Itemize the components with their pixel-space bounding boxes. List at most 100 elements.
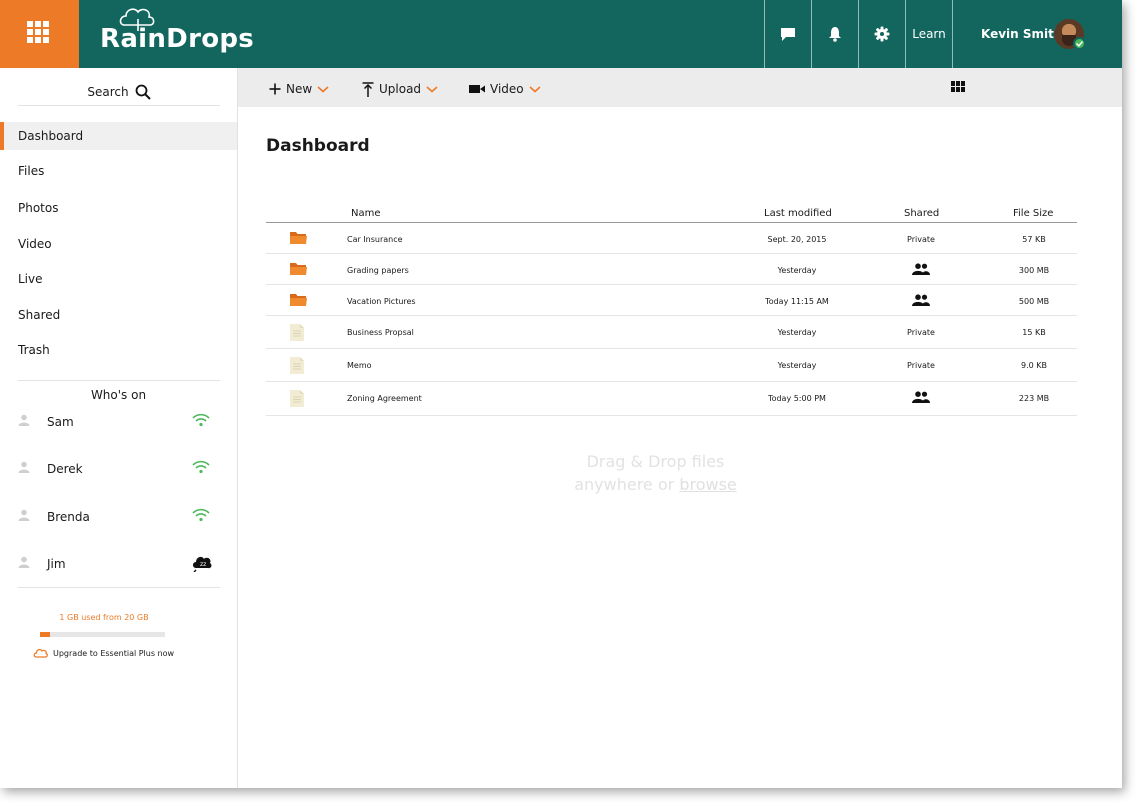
- contact-item-jim[interactable]: Jim zz: [18, 552, 218, 576]
- online-check-icon: [1073, 37, 1086, 50]
- video-button[interactable]: Video: [469, 80, 541, 98]
- file-modified: Yesterday: [777, 361, 817, 370]
- sidebar: Search Dashboard Files Photos Video Live…: [0, 68, 238, 788]
- sidebar-item-label: Files: [18, 164, 45, 178]
- search-button[interactable]: Search: [18, 78, 220, 106]
- file-shared: Private: [907, 328, 935, 337]
- app-logo[interactable]: RainDrops: [100, 4, 254, 64]
- column-header-size[interactable]: File Size: [1013, 208, 1053, 219]
- contact-item-brenda[interactable]: Brenda: [18, 505, 218, 529]
- contact-item-sam[interactable]: Sam: [18, 410, 218, 434]
- sidebar-item-photos[interactable]: Photos: [0, 194, 237, 222]
- grid-view-icon[interactable]: [951, 81, 967, 93]
- sidebar-item-dashboard[interactable]: Dashboard: [0, 122, 237, 150]
- table-row[interactable]: Car Insurance Sept. 20, 2015 Private 57 KB: [266, 223, 1077, 254]
- bell-icon: [829, 27, 841, 42]
- contact-item-derek[interactable]: Derek: [18, 457, 218, 481]
- file-size: 9.0 KB: [1021, 361, 1047, 370]
- chevron-down-icon: [317, 86, 329, 93]
- toolbar: New Upload Video: [238, 68, 1122, 107]
- video-camera-icon: [469, 85, 485, 93]
- dropzone-text-prefix: anywhere or: [574, 475, 675, 494]
- files-table: Name Last modified Shared File Size Car …: [266, 207, 1077, 416]
- file-modified: Today 11:15 AM: [765, 297, 829, 306]
- storage-usage-text: 1 GB used from 20 GB: [59, 613, 149, 622]
- learn-button[interactable]: Learn: [905, 0, 952, 68]
- column-header-modified[interactable]: Last modified: [764, 208, 832, 219]
- search-icon: [135, 84, 151, 100]
- storage-progress-bar: [40, 632, 165, 637]
- app-window: RainDrops Learn Kevin Smith Search Dashb…: [0, 0, 1122, 788]
- sleeping-cloud-icon: zz: [193, 556, 212, 572]
- wifi-online-icon: [192, 508, 210, 522]
- messages-button[interactable]: [764, 0, 811, 68]
- browse-link[interactable]: browse: [679, 475, 736, 494]
- app-name: RainDrops: [100, 24, 255, 54]
- file-name: Business Propsal: [347, 328, 414, 337]
- file-modified: Today 5:00 PM: [768, 394, 826, 403]
- upload-label: Upload: [379, 82, 422, 96]
- drop-zone[interactable]: Drag & Drop files anywhere or browse: [533, 450, 778, 496]
- sidebar-item-label: Trash: [18, 343, 50, 357]
- file-shared: Private: [907, 235, 935, 244]
- sidebar-item-label: Shared: [18, 308, 61, 322]
- video-label: Video: [490, 82, 524, 96]
- app-launcher-button[interactable]: [0, 0, 79, 68]
- user-icon: [18, 414, 30, 426]
- file-size: 300 MB: [1018, 266, 1050, 275]
- document-icon: [290, 324, 304, 343]
- file-name: Grading papers: [347, 266, 409, 275]
- search-label: Search: [87, 84, 129, 99]
- sidebar-item-video[interactable]: Video: [0, 230, 237, 258]
- table-row[interactable]: Zoning Agreement Today 5:00 PM 223 MB: [266, 382, 1077, 416]
- cloud-icon: [33, 649, 48, 658]
- sidebar-item-files[interactable]: Files: [0, 157, 237, 185]
- sidebar-divider: [18, 380, 220, 381]
- settings-button[interactable]: [858, 0, 905, 68]
- file-size: 223 MB: [1018, 394, 1050, 403]
- contact-name: Brenda: [47, 510, 90, 524]
- wifi-online-icon: [192, 460, 210, 474]
- sidebar-item-label: Video: [18, 237, 52, 251]
- file-size: 57 KB: [1022, 235, 1046, 244]
- user-icon: [18, 556, 30, 568]
- sidebar-item-trash[interactable]: Trash: [0, 336, 237, 364]
- file-size: 500 MB: [1018, 297, 1050, 306]
- sidebar-item-shared[interactable]: Shared: [0, 301, 237, 329]
- apps-grid-icon: [27, 21, 49, 43]
- column-header-shared[interactable]: Shared: [904, 208, 939, 219]
- wifi-online-icon: [192, 413, 210, 427]
- table-row[interactable]: Vacation Pictures Today 11:15 AM 500 MB: [266, 285, 1077, 316]
- svg-text:zz: zz: [200, 561, 206, 568]
- new-button[interactable]: New: [269, 80, 329, 98]
- gear-icon: [874, 26, 890, 42]
- upgrade-link[interactable]: Upgrade to Essential Plus now: [33, 646, 174, 660]
- shared-group-icon: [912, 391, 930, 405]
- upload-button[interactable]: Upload: [362, 80, 438, 98]
- document-icon: [290, 357, 304, 376]
- document-icon: [290, 390, 304, 409]
- shared-group-icon: [912, 263, 930, 277]
- chat-bubble-icon: [781, 28, 795, 41]
- sidebar-item-label: Dashboard: [18, 129, 84, 143]
- contact-name: Sam: [47, 415, 74, 429]
- upload-icon: [362, 81, 374, 97]
- file-shared: Private: [907, 361, 935, 370]
- sidebar-item-label: Photos: [18, 201, 59, 215]
- table-row[interactable]: Memo Yesterday Private 9.0 KB: [266, 349, 1077, 382]
- sidebar-item-live[interactable]: Live: [0, 265, 237, 293]
- chevron-down-icon: [426, 86, 438, 93]
- user-menu[interactable]: Kevin Smith: [952, 0, 1122, 68]
- folder-icon: [290, 262, 307, 278]
- table-row[interactable]: Business Propsal Yesterday Private 15 KB: [266, 316, 1077, 349]
- user-name: Kevin Smith: [981, 27, 1063, 41]
- shared-group-icon: [912, 294, 930, 308]
- column-header-name[interactable]: Name: [351, 208, 381, 219]
- plus-icon: [269, 83, 281, 95]
- user-icon: [18, 461, 30, 473]
- user-icon: [18, 509, 30, 521]
- dropzone-text: Drag & Drop files: [586, 452, 725, 471]
- table-row[interactable]: Grading papers Yesterday 300 MB: [266, 254, 1077, 285]
- notifications-button[interactable]: [811, 0, 858, 68]
- top-header: RainDrops Learn Kevin Smith: [0, 0, 1122, 68]
